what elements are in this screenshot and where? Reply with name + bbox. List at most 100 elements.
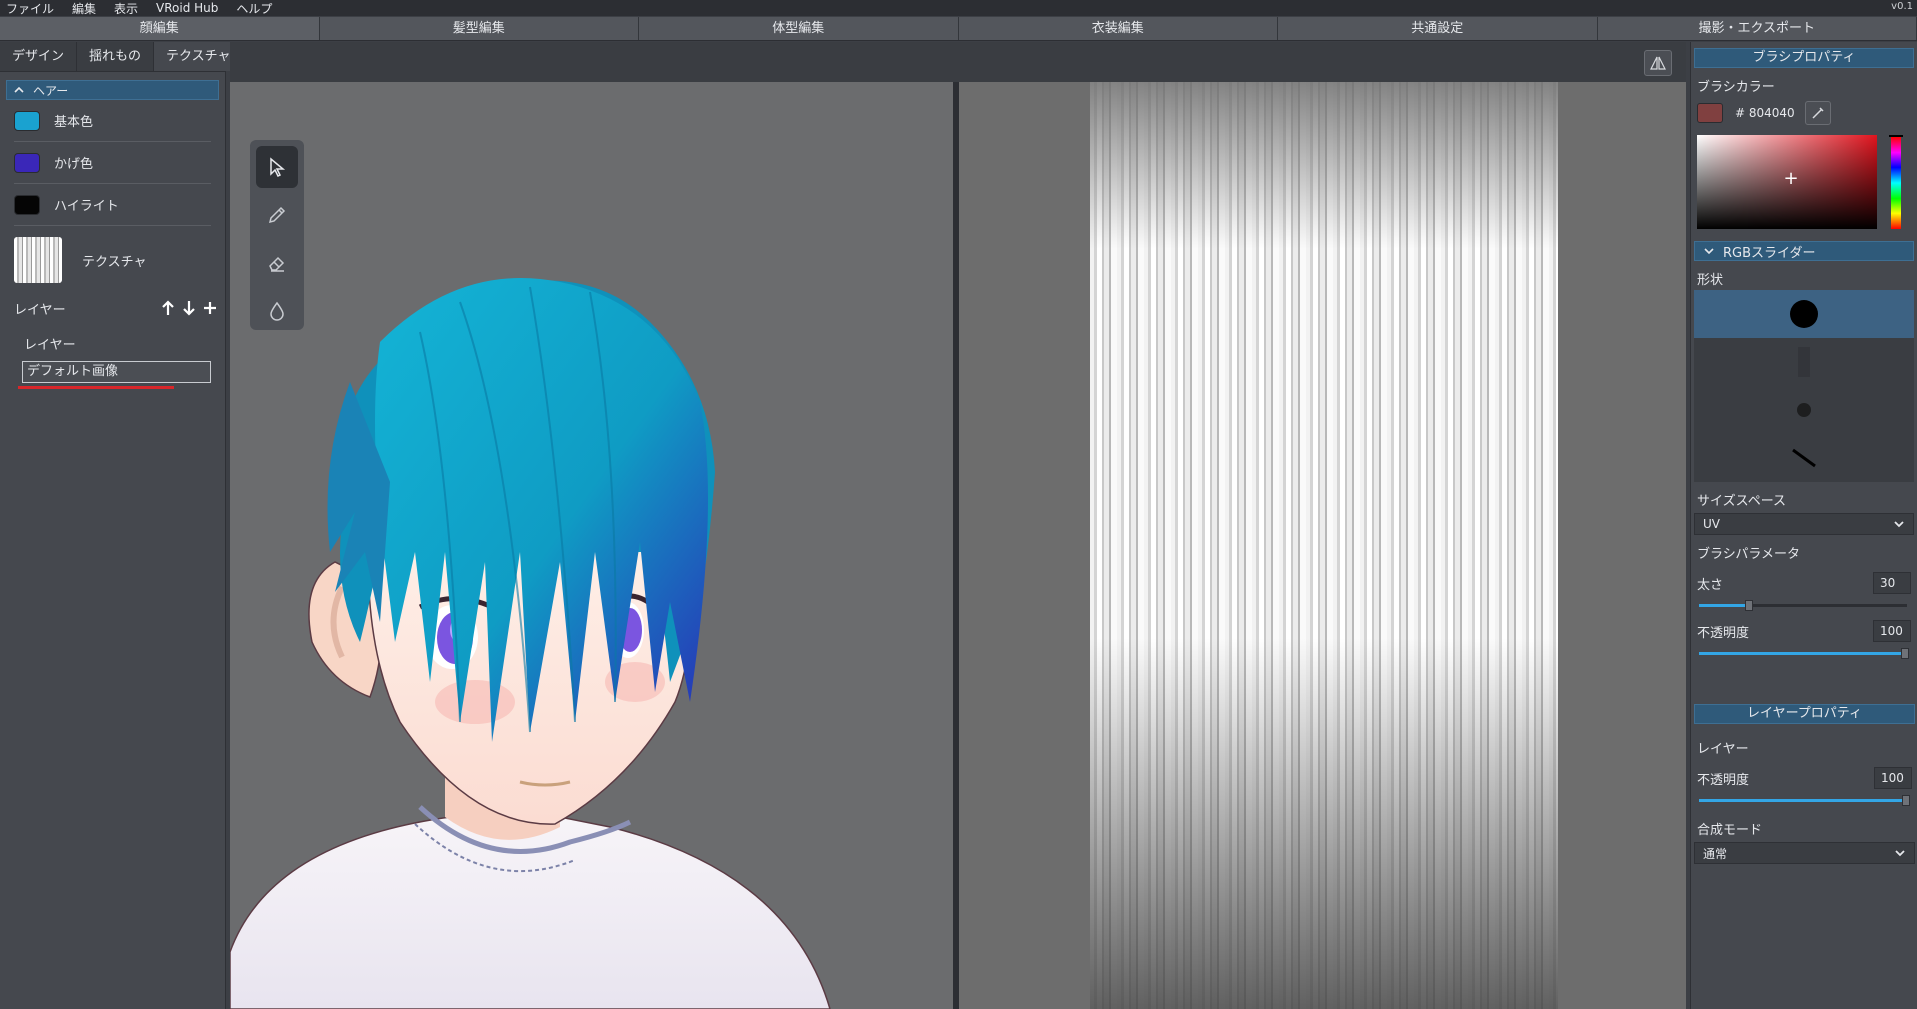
- thickness-row: 太さ 30: [1697, 572, 1911, 594]
- eraser-tool[interactable]: [256, 242, 298, 284]
- line-brush-icon: [1792, 448, 1816, 468]
- move-up-icon[interactable]: [159, 299, 177, 317]
- right-panel: ブラシプロパティ ブラシカラー # 804040 + RGBスライダー 形状 サ…: [1690, 42, 1917, 1009]
- chevron-down-icon: [1894, 521, 1904, 528]
- layer-opacity-slider[interactable]: [1699, 795, 1910, 806]
- layer-header-label: レイヤー: [14, 302, 66, 318]
- layer-list: レイヤー デフォルト画像: [10, 326, 215, 389]
- tab-photo-export[interactable]: 撮影・エクスポート: [1597, 17, 1917, 40]
- highlight-color-swatch[interactable]: [14, 194, 40, 215]
- rgb-slider-toggle[interactable]: RGBスライダー: [1694, 241, 1914, 261]
- shade-color-swatch[interactable]: [14, 152, 40, 173]
- brush-color-label: ブラシカラー: [1697, 80, 1775, 95]
- blend-mode-label: 合成モード: [1697, 823, 1763, 838]
- menu-bar: ファイル 編集 表示 VRoid Hub ヘルプ v0.1: [0, 0, 1917, 16]
- brush-shape-list: [1694, 290, 1914, 482]
- blend-mode-value: 通常: [1703, 846, 1728, 861]
- eyedropper-button[interactable]: [1804, 101, 1831, 125]
- subtab-swaying[interactable]: 揺れもの: [77, 42, 155, 71]
- brush-param-label: ブラシパラメータ: [1697, 547, 1800, 562]
- subtab-design[interactable]: デザイン: [0, 42, 78, 71]
- left-panel: デザイン 揺れもの テクスチャ ヘアー 基本色 かげ色 ハイライト テクスチャ …: [0, 42, 244, 1009]
- layer-opacity-row: 不透明度 100: [1697, 767, 1912, 789]
- hair-section-title: ヘアー: [33, 83, 69, 98]
- menu-file[interactable]: ファイル: [6, 0, 54, 17]
- tab-outfit-edit[interactable]: 衣装編集: [958, 17, 1278, 40]
- hue-slider-handle[interactable]: [1889, 135, 1903, 137]
- mirror-icon: [1650, 56, 1666, 70]
- brush-color-swatch[interactable]: [1697, 103, 1723, 123]
- thickness-input[interactable]: 30: [1873, 572, 1911, 594]
- base-color-swatch[interactable]: [14, 110, 40, 131]
- tab-face-edit[interactable]: 顔編集: [0, 17, 320, 40]
- eraser-icon: [269, 256, 285, 272]
- chevron-up-icon: [14, 86, 24, 93]
- select-tool[interactable]: [256, 146, 298, 188]
- tab-common-settings[interactable]: 共通設定: [1278, 17, 1598, 40]
- layer-opacity-label: 不透明度: [1697, 772, 1750, 788]
- texture-canvas[interactable]: [1090, 82, 1558, 1009]
- drop-icon: [270, 301, 284, 321]
- avatar-render: [230, 278, 831, 1009]
- viewport-3d[interactable]: [230, 82, 953, 1009]
- picker-crosshair-icon[interactable]: +: [1783, 170, 1799, 188]
- layer-group-label: レイヤー: [24, 338, 76, 353]
- fill-tool[interactable]: [256, 290, 298, 332]
- thickness-slider[interactable]: [1699, 600, 1907, 611]
- brush-shape-round[interactable]: [1694, 290, 1914, 338]
- color-row-shade[interactable]: かげ色: [14, 142, 211, 184]
- opacity-input[interactable]: 100: [1873, 620, 1911, 642]
- shade-color-label: かげ色: [54, 157, 94, 172]
- pen-icon: [268, 206, 286, 224]
- hue-slider[interactable]: [1891, 137, 1901, 229]
- tab-body-edit[interactable]: 体型編集: [639, 17, 959, 40]
- layer-props-layer-label: レイヤー: [1697, 742, 1749, 757]
- color-row-highlight[interactable]: ハイライト: [14, 184, 211, 226]
- opacity-label: 不透明度: [1697, 625, 1750, 641]
- brush-shape-soft-dot[interactable]: [1694, 386, 1914, 434]
- texture-label: テクスチャ: [82, 254, 147, 270]
- layer-item-underline: [18, 386, 174, 389]
- blend-mode-dropdown[interactable]: 通常: [1694, 842, 1915, 864]
- chevron-down-icon: [1895, 850, 1905, 857]
- brush-color-hex[interactable]: # 804040: [1735, 106, 1795, 120]
- texture-thumbnail[interactable]: [14, 237, 62, 283]
- hair-section-header[interactable]: ヘアー: [6, 80, 219, 100]
- sub-tabs: デザイン 揺れもの テクスチャ: [0, 42, 244, 72]
- brush-shape-soft-rect[interactable]: [1694, 338, 1914, 386]
- opacity-slider[interactable]: [1699, 648, 1909, 659]
- tab-hair-edit[interactable]: 髪型編集: [319, 17, 639, 40]
- layer-header: レイヤー: [14, 294, 219, 322]
- thickness-slider-handle[interactable]: [1744, 600, 1753, 611]
- mirror-button[interactable]: [1644, 50, 1672, 76]
- size-space-value: UV: [1703, 517, 1720, 531]
- cursor-icon: [270, 157, 286, 177]
- opacity-row: 不透明度 100: [1697, 620, 1911, 642]
- soft-dot-brush-icon: [1797, 403, 1811, 417]
- color-row-base[interactable]: 基本色: [14, 100, 211, 142]
- pen-tool[interactable]: [256, 194, 298, 236]
- layer-item-default[interactable]: デフォルト画像: [22, 361, 211, 383]
- viewport-area: [230, 42, 1686, 1009]
- mode-tabs: 顔編集 髪型編集 体型編集 衣装編集 共通設定 撮影・エクスポート: [0, 17, 1917, 41]
- layer-opacity-slider-handle[interactable]: [1901, 795, 1910, 806]
- layer-opacity-input[interactable]: 100: [1874, 767, 1912, 789]
- menu-vroid-hub[interactable]: VRoid Hub: [156, 1, 218, 15]
- menu-help[interactable]: ヘルプ: [236, 0, 272, 17]
- base-color-label: 基本色: [54, 115, 94, 130]
- chevron-down-icon: [1704, 248, 1714, 255]
- opacity-slider-handle[interactable]: [1900, 648, 1909, 659]
- brush-shape-line[interactable]: [1694, 434, 1914, 482]
- move-down-icon[interactable]: [180, 299, 198, 317]
- rgb-slider-label: RGBスライダー: [1723, 245, 1816, 261]
- brush-color-row: # 804040: [1697, 101, 1911, 125]
- shape-label: 形状: [1697, 273, 1724, 288]
- texture-row[interactable]: テクスチャ: [14, 226, 211, 294]
- menu-edit[interactable]: 編集: [72, 0, 96, 17]
- menu-view[interactable]: 表示: [114, 0, 138, 17]
- version-label: v0.1: [1891, 1, 1913, 12]
- viewport-2d-texture[interactable]: [959, 82, 1686, 1009]
- layer-properties-section: レイヤープロパティ レイヤー 不透明度 100 合成モード 通常: [1691, 698, 1917, 864]
- size-space-dropdown[interactable]: UV: [1694, 513, 1914, 535]
- add-layer-icon[interactable]: [201, 299, 219, 317]
